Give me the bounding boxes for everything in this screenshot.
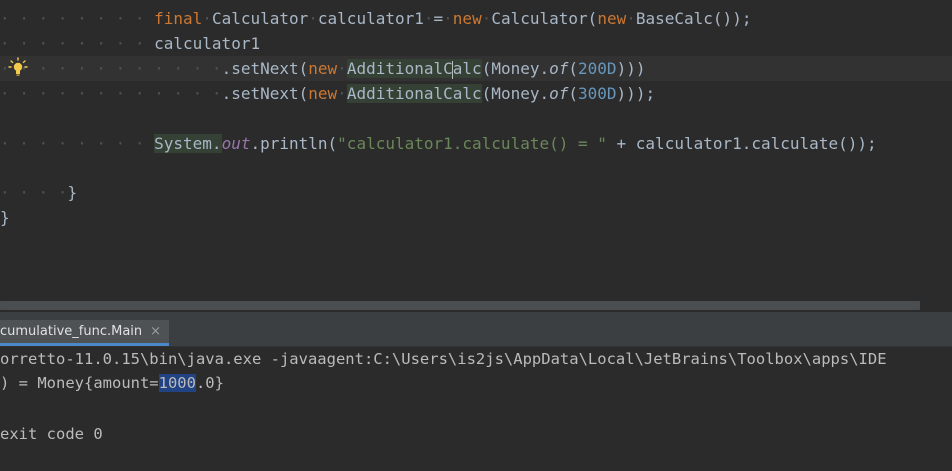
console-line-command: orretto-11.0.15\bin\java.exe -javaagent:… [0,350,887,368]
console-line-result: ) = Money{amount=1000.0} [0,374,224,392]
code-line-5[interactable]: · · · · · · · · System.out.println("calc… [0,131,877,156]
console-output[interactable]: orretto-11.0.15\bin\java.exe -javaagent:… [0,347,952,471]
run-panel-divider[interactable] [0,312,952,320]
close-icon[interactable]: × [150,324,161,339]
scrollbar-thumb[interactable] [0,301,920,310]
console-line-exit: exit code 0 [0,425,103,443]
code-line-4[interactable]: · · · · · · · · · · · ·.setNext(new·Addi… [0,81,655,106]
selected-text: 1000 [158,374,196,392]
closing-brace-method[interactable]: · · · ·} [0,180,77,205]
lightbulb-icon[interactable] [8,57,28,77]
horizontal-scrollbar[interactable] [0,300,952,312]
code-line-3[interactable]: · · · · · · · · · · · ·.setNext(new·Addi… [0,56,645,81]
closing-brace-class[interactable]: } [0,205,10,230]
run-tab-main[interactable]: cumulative_func.Main × [0,320,170,346]
code-line-1[interactable]: · · · · · · · · final·Calculator·calcula… [0,6,751,31]
run-tab-strip: cumulative_func.Main × [0,320,952,347]
code-line-2[interactable]: · · · · · · · · calculator1 [0,31,260,56]
code-editor[interactable]: · · · · · · · · final·Calculator·calcula… [0,0,952,300]
